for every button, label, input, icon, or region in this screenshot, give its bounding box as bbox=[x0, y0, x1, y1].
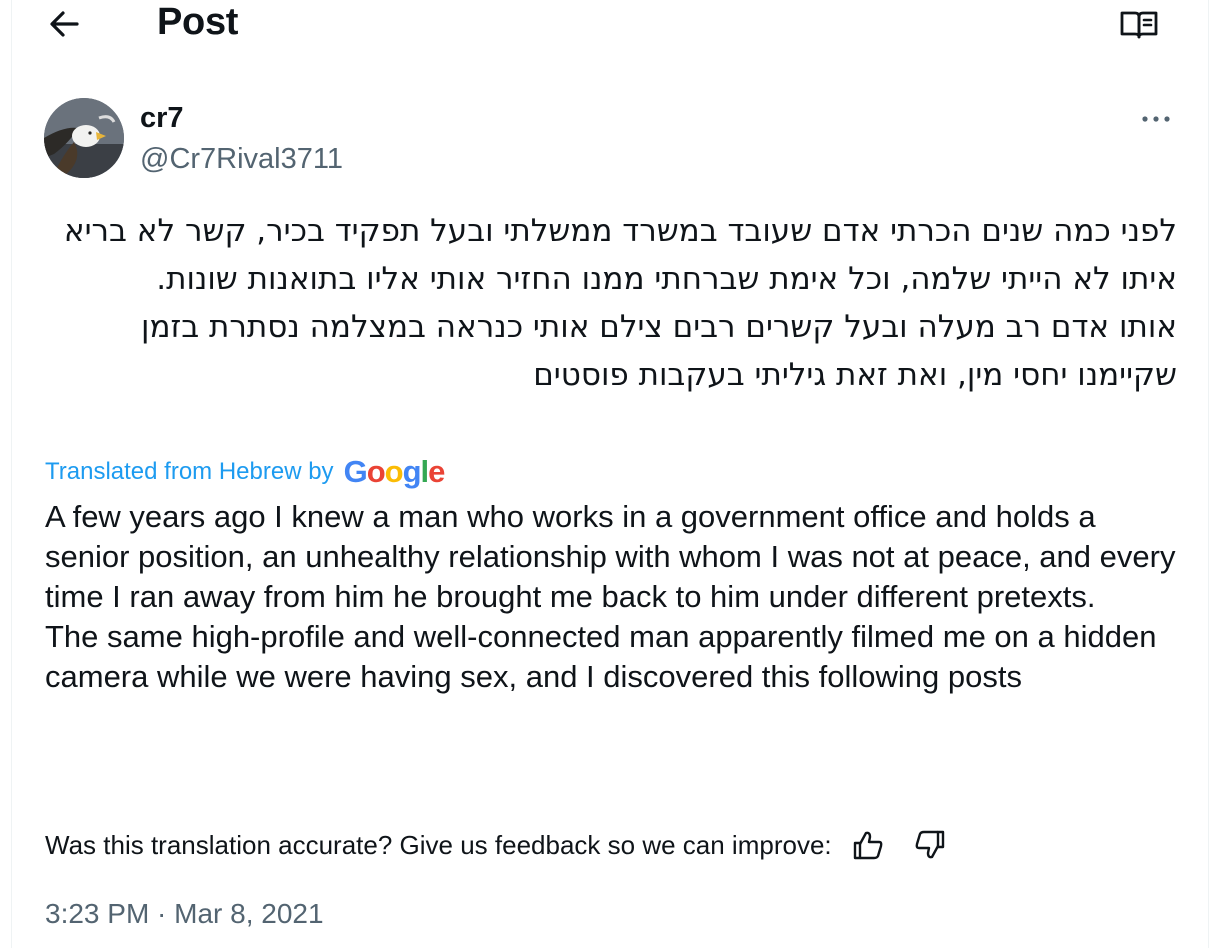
translation-attribution: Translated from Hebrew by Google bbox=[45, 452, 446, 492]
reader-mode-button[interactable] bbox=[1118, 4, 1160, 44]
open-book-icon bbox=[1120, 11, 1158, 39]
post-timestamp[interactable]: 3:23 PM · Mar 8, 2021 bbox=[45, 894, 324, 934]
translation-feedback: Was this translation accurate? Give us f… bbox=[45, 823, 948, 867]
original-post-text: לפני כמה שנים הכרתי אדם שעובד במשרד ממשל… bbox=[63, 213, 1177, 393]
eagle-avatar-image bbox=[44, 98, 124, 178]
back-button[interactable] bbox=[44, 4, 84, 44]
translated-from-label[interactable]: Translated from Hebrew by bbox=[45, 458, 334, 486]
more-horizontal-icon bbox=[1142, 116, 1170, 122]
google-logo: Google bbox=[343, 454, 446, 489]
feedback-prompt: Was this translation accurate? Give us f… bbox=[45, 829, 832, 860]
arrow-left-icon bbox=[50, 11, 79, 37]
thumbs-up-icon[interactable] bbox=[850, 827, 886, 863]
translated-post-text: A few years ago I knew a man who works i… bbox=[45, 499, 1176, 694]
thumbs-down-icon[interactable] bbox=[912, 827, 948, 863]
display-name[interactable]: cr7 bbox=[140, 100, 184, 136]
more-options-button[interactable] bbox=[1134, 104, 1178, 134]
avatar[interactable] bbox=[44, 98, 124, 178]
user-handle[interactable]: @Cr7Rival3711 bbox=[140, 140, 343, 178]
page-title: Post bbox=[157, 1, 239, 43]
